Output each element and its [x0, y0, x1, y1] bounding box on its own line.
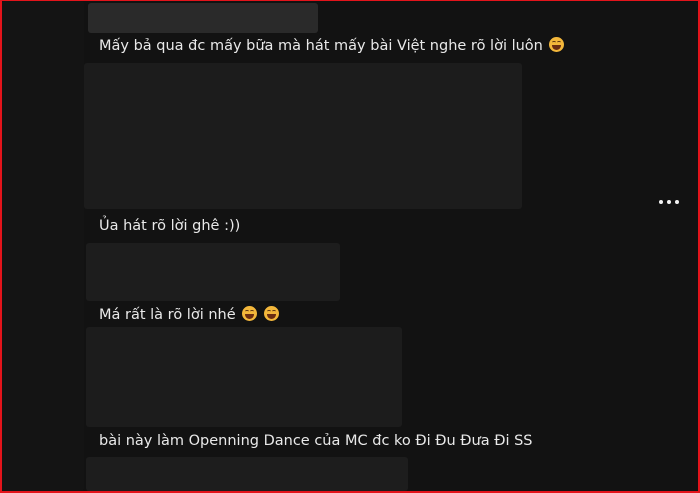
comment-text-body: Ủa hát rõ lời ghê :)) — [99, 218, 241, 234]
menu-dot — [675, 200, 679, 204]
grinning-squint-sweat-icon — [242, 306, 258, 321]
comment-text-body: Má rất là rõ lời nhé — [99, 307, 236, 323]
comment-text: Ủa hát rõ lời ghê :)) — [99, 216, 240, 236]
comment-text: Mấy bả qua đc mấy bữa mà hát mấy bài Việ… — [99, 36, 565, 56]
menu-dot — [667, 200, 671, 204]
blurred-content — [86, 327, 402, 427]
blurred-avatar-column — [2, 1, 84, 491]
comment-screenshot: Mấy bả qua đc mấy bữa mà hát mấy bài Việ… — [2, 1, 698, 491]
comment-text: Má rất là rõ lời nhé — [99, 305, 279, 325]
blurred-username — [86, 243, 340, 301]
blurred-content — [84, 63, 522, 209]
comment-text: bài này làm Openning Dance của MC đc ko … — [99, 431, 533, 451]
grinning-squint-sweat-icon — [263, 306, 279, 321]
comment-text-body: bài này làm Openning Dance của MC đc ko … — [99, 433, 533, 449]
grinning-squint-sweat-icon — [549, 37, 565, 52]
menu-dot — [659, 200, 663, 204]
blurred-username — [86, 457, 408, 491]
blurred-username — [88, 3, 318, 33]
more-options-icon[interactable] — [654, 194, 684, 210]
comment-text-body: Mấy bả qua đc mấy bữa mà hát mấy bài Việ… — [99, 38, 543, 54]
